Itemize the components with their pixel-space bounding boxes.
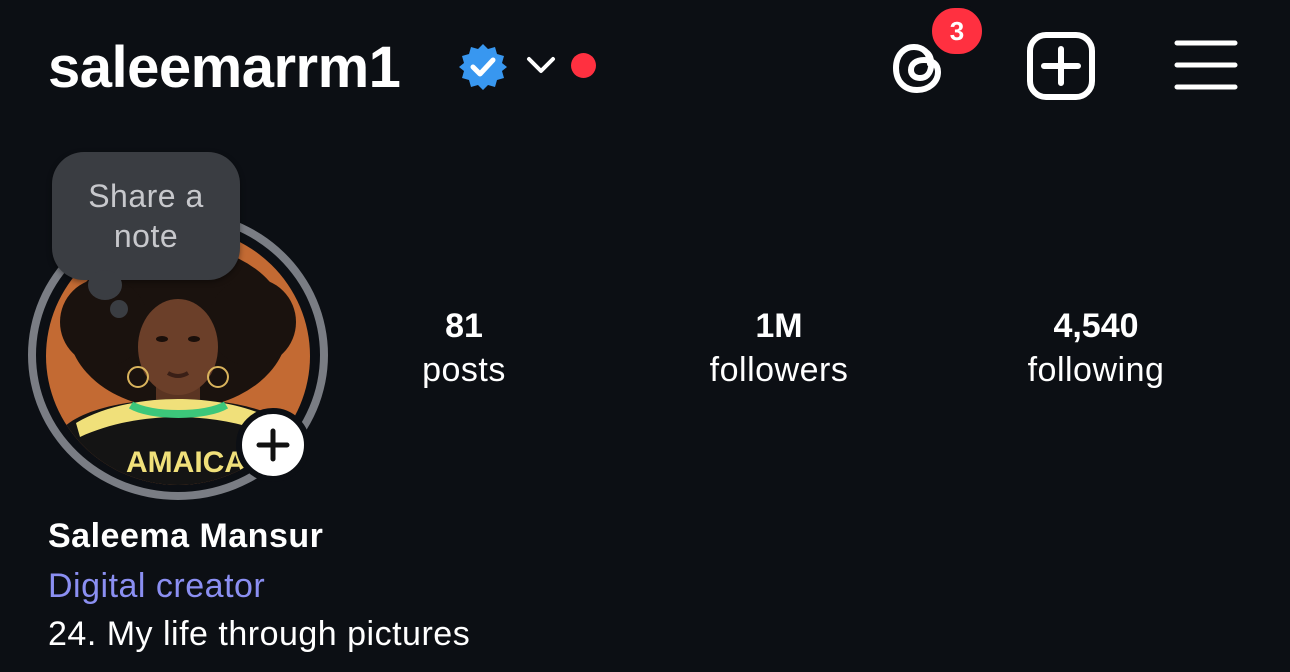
bio-text: 24. My life through pictures <box>48 615 471 653</box>
note-bubble[interactable]: Share a note <box>52 152 240 280</box>
category-label: Digital creator <box>48 567 266 605</box>
posts-stat[interactable]: 81 posts <box>354 304 574 392</box>
following-label: following <box>1027 351 1165 389</box>
account-activity-dot <box>571 53 596 78</box>
note-prompt: Share a note <box>88 178 204 254</box>
followers-stat[interactable]: 1M followers <box>669 304 889 392</box>
profile-header: saleemarrm1 3 <box>0 0 1290 134</box>
posts-count: 81 <box>445 307 483 345</box>
followers-label: followers <box>709 351 849 389</box>
verified-badge-icon <box>459 44 507 90</box>
note-bubble-tail <box>88 270 122 300</box>
following-count: 4,540 <box>1053 307 1139 345</box>
username-switcher[interactable]: saleemarrm1 <box>48 34 401 102</box>
add-story-button[interactable] <box>236 408 310 482</box>
plus-icon <box>256 428 290 462</box>
note-bubble-tail-small <box>110 300 128 318</box>
new-post-icon[interactable] <box>1026 31 1096 101</box>
svg-text:AMAICA: AMAICA <box>126 446 246 479</box>
profile-screen: saleemarrm1 3 AMAICA Share a note 81 pos… <box>0 0 1290 672</box>
following-stat[interactable]: 4,540 following <box>986 304 1206 392</box>
posts-label: posts <box>422 351 506 389</box>
full-name: Saleema Mansur <box>48 517 324 555</box>
followers-count: 1M <box>755 307 803 345</box>
notification-badge: 3 <box>928 4 986 58</box>
chevron-down-icon[interactable] <box>524 53 558 77</box>
menu-icon[interactable] <box>1174 38 1238 92</box>
